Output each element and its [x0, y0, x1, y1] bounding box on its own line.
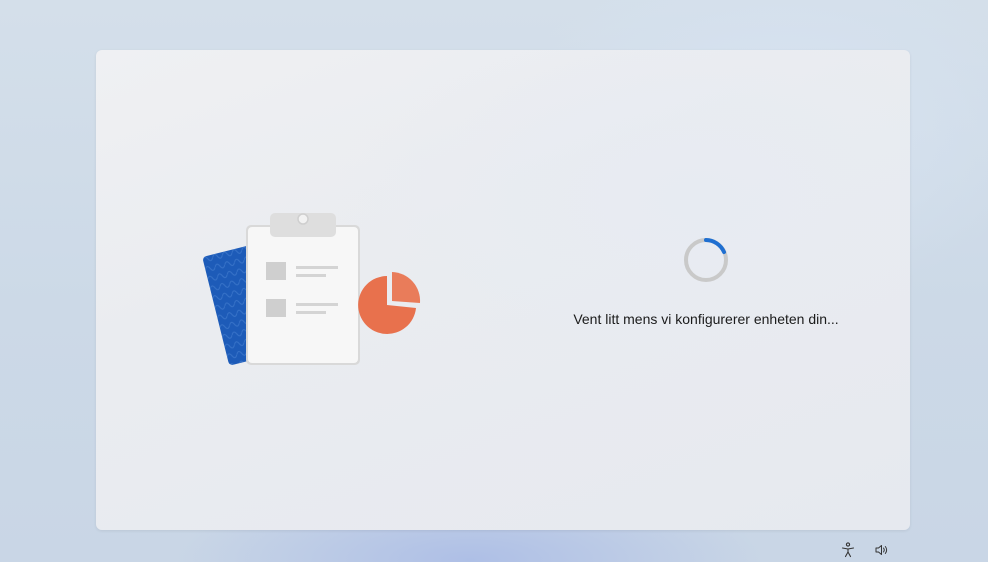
system-tray [840, 542, 890, 558]
clipboard-checklist-icon [246, 213, 360, 365]
setup-status-text: Vent litt mens vi konfigurerer enheten d… [573, 311, 839, 327]
oobe-screen: Vent litt mens vi konfigurerer enheten d… [0, 0, 988, 562]
pie-chart-icon [358, 272, 421, 334]
volume-icon[interactable] [874, 542, 890, 558]
loading-spinner-icon [684, 238, 728, 282]
accessibility-icon[interactable] [840, 542, 856, 558]
setup-card: Vent litt mens vi konfigurerer enheten d… [96, 50, 910, 530]
setup-illustration [203, 213, 421, 365]
